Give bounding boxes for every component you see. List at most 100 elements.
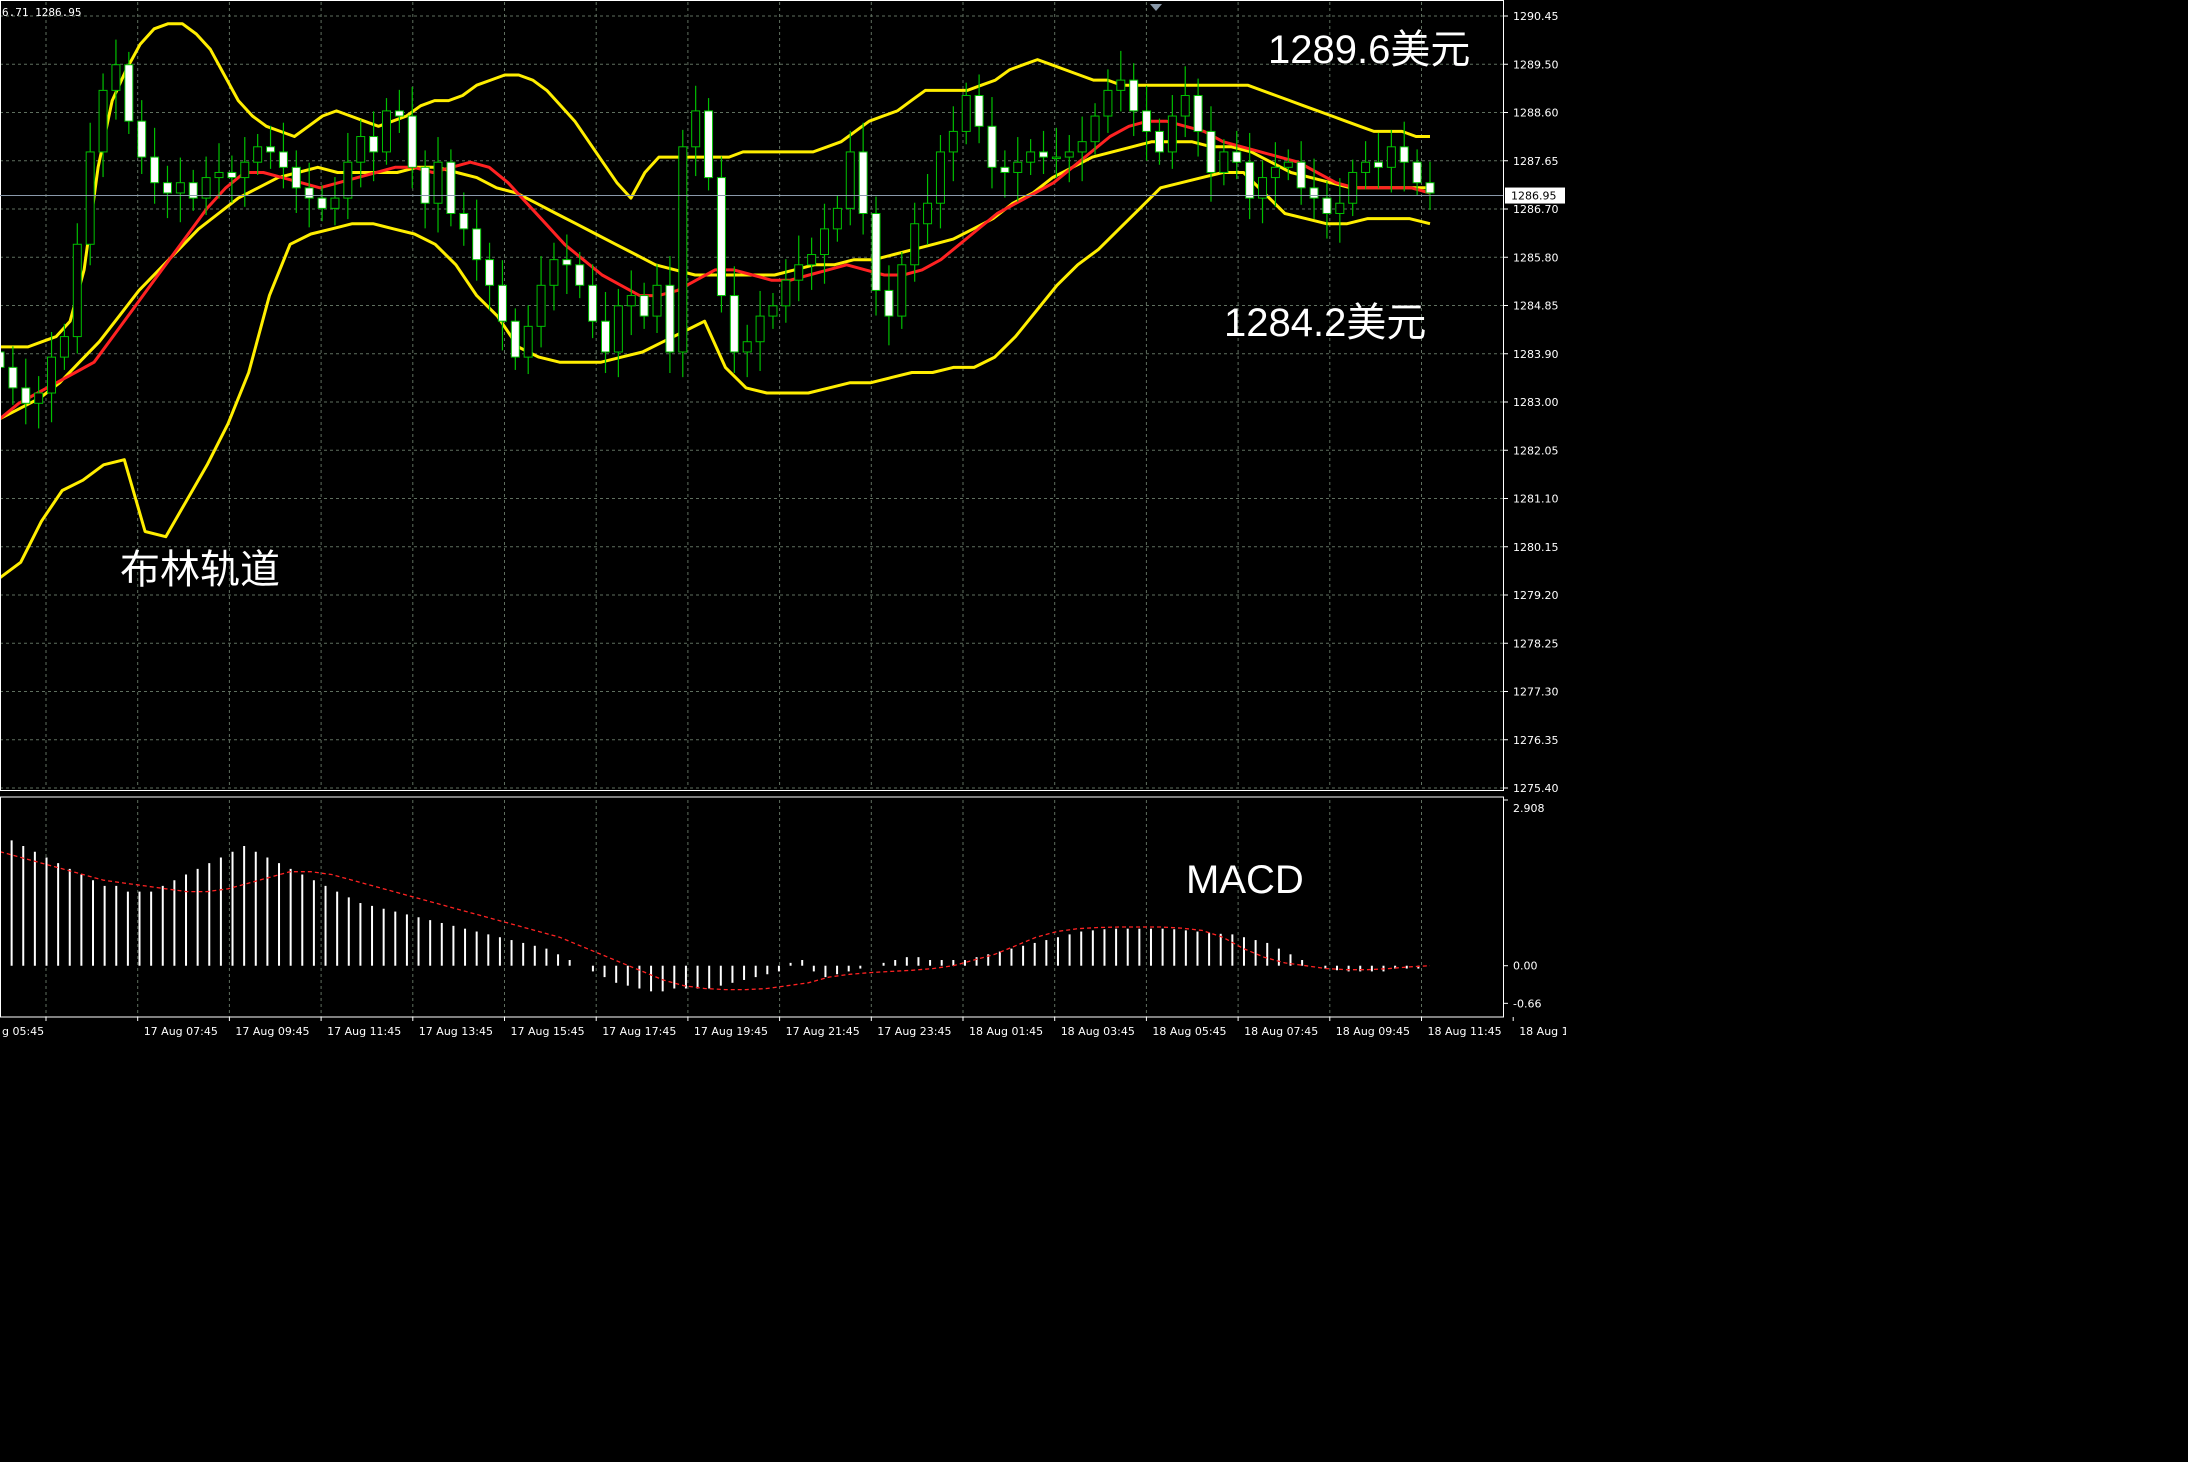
candle-body	[1154, 130, 1164, 153]
candle-body	[691, 110, 701, 148]
price-tick-label: 1288.60	[1513, 107, 1559, 120]
price-tick-label: 1279.20	[1513, 589, 1559, 602]
time-tick-label: 17 Aug 17:45	[602, 1025, 676, 1038]
candle-body	[549, 259, 559, 286]
price-tick-label: 1287.65	[1513, 155, 1559, 168]
candle-body	[1142, 110, 1152, 132]
candle-body	[575, 264, 585, 286]
candle-body	[639, 295, 649, 317]
candle-body	[472, 228, 482, 261]
time-tick-label: 18 Aug 07:45	[1244, 1025, 1318, 1038]
candle-body	[1386, 146, 1396, 168]
price-tick-label: 1275.40	[1513, 782, 1559, 795]
time-tick-label: 17 Aug 07:45	[144, 1025, 218, 1038]
ohlc-readout: 6.71 1286.95	[2, 6, 82, 19]
macd-tick-label: -0.66	[1513, 997, 1541, 1010]
candle-body	[278, 151, 288, 168]
candle-body	[72, 243, 82, 338]
candle-body	[47, 356, 57, 394]
candle-body	[729, 295, 739, 353]
candle-body	[381, 110, 391, 153]
candle-body	[820, 228, 830, 256]
candle-body	[227, 171, 237, 179]
time-tick-label: 18 Aug 13:45	[1519, 1025, 1566, 1038]
candle-body	[98, 89, 108, 153]
candle-body	[1039, 151, 1049, 158]
candle-body	[1103, 89, 1113, 117]
candle-body	[446, 161, 456, 214]
candle-body	[162, 182, 172, 194]
candle-body	[1270, 166, 1280, 179]
candle-body	[523, 325, 533, 358]
candle-body	[1090, 115, 1100, 143]
candle-body	[588, 284, 598, 322]
candle-body	[871, 212, 881, 291]
candle-body	[910, 223, 920, 266]
time-tick-label: g 05:45	[2, 1025, 44, 1038]
candle-body	[1425, 182, 1435, 194]
lower-price-annotation: 1284.2美元	[1224, 301, 1427, 345]
candle-body	[1064, 151, 1074, 158]
candle-body	[613, 305, 623, 353]
candle-body	[1193, 95, 1203, 132]
candle-body	[369, 136, 379, 153]
candle-body	[923, 202, 933, 225]
candle-body	[897, 264, 907, 317]
price-tick-label: 1286.70	[1513, 203, 1559, 216]
candle-body	[845, 151, 855, 209]
bollinger-annotation: 布林轨道	[120, 548, 280, 592]
candle-body	[807, 254, 817, 266]
candle-body	[1219, 151, 1229, 173]
time-tick-label: 18 Aug 01:45	[969, 1025, 1043, 1038]
candle-body	[1167, 115, 1177, 153]
candle-body	[343, 161, 353, 199]
candle-body	[1296, 161, 1306, 189]
time-tick-label: 17 Aug 15:45	[511, 1025, 585, 1038]
candle-body	[600, 320, 610, 353]
candle-body	[1245, 161, 1255, 199]
candle-body	[407, 115, 417, 168]
candle-body	[21, 387, 31, 404]
candle-body	[884, 289, 894, 317]
candle-body	[961, 95, 971, 132]
candle-body	[1361, 161, 1371, 173]
time-tick-label: 18 Aug 09:45	[1336, 1025, 1410, 1038]
candle-body	[794, 264, 804, 281]
candle-body	[420, 166, 430, 204]
candle-body	[781, 279, 791, 307]
macd-tick-label: 0.00	[1513, 960, 1538, 973]
chart-background	[0, 0, 1566, 1047]
candle-body	[1129, 79, 1139, 112]
candle-body	[742, 341, 752, 353]
candle-body	[652, 284, 662, 317]
candle-body	[1412, 161, 1422, 184]
candle-body	[34, 392, 44, 404]
candle-body	[485, 259, 495, 286]
price-tick-label: 1285.80	[1513, 251, 1559, 264]
candle-body	[1000, 166, 1010, 173]
candle-body	[8, 366, 18, 389]
price-tick-label: 1283.90	[1513, 348, 1559, 361]
candle-body	[330, 197, 340, 209]
candle-body	[1051, 156, 1061, 160]
candle-body	[201, 177, 211, 199]
candle-body	[562, 259, 572, 266]
candle-body	[111, 64, 121, 91]
time-tick-label: 17 Aug 19:45	[694, 1025, 768, 1038]
candle-body	[459, 212, 469, 230]
time-tick-label: 17 Aug 13:45	[419, 1025, 493, 1038]
candle-body	[150, 156, 160, 184]
candle-body	[832, 207, 842, 230]
candle-body	[1348, 171, 1358, 204]
price-tick-label: 1276.35	[1513, 734, 1559, 747]
candle-body	[1013, 161, 1023, 173]
candle-body	[948, 130, 958, 153]
candle-body	[678, 146, 688, 353]
price-tick-label: 1281.10	[1513, 493, 1559, 506]
candle-body	[510, 320, 520, 358]
current-price-label: 1286.95	[1511, 190, 1557, 203]
candle-body	[665, 284, 675, 353]
candle-body	[1180, 95, 1190, 117]
price-tick-label: 1284.85	[1513, 300, 1559, 313]
trading-chart[interactable]: 1290.45 1289.50 1288.60 1287.65 1286.70 1285.…	[0, 0, 1566, 1047]
